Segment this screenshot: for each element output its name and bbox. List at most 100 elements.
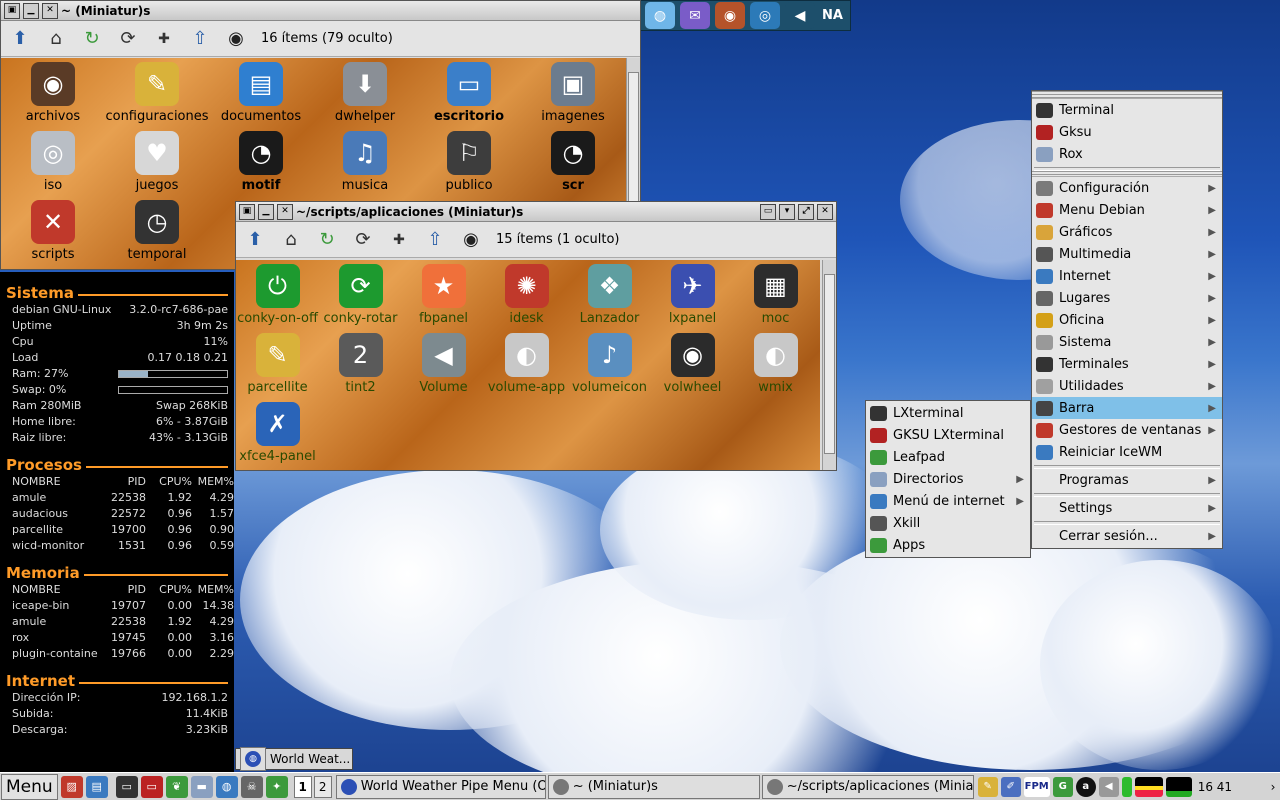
menu-item-cerrar-sesi-n[interactable]: Cerrar sesión... ▶ (1032, 525, 1222, 547)
file-item[interactable]: ◐ wmix (734, 333, 817, 402)
menu-item-gestores-de-ventanas[interactable]: Gestores de ventanas ▶ (1032, 419, 1222, 441)
minimized-window[interactable]: ◍ World Weat... (235, 747, 353, 771)
title-bar[interactable]: ▣ ▁ ✕ ~/scripts/aplicaciones (Miniatur)s… (236, 202, 836, 222)
home-icon[interactable]: ⌂ (278, 227, 304, 253)
file-item[interactable]: ⟳ conky-rotar (319, 264, 402, 333)
mail-icon[interactable]: ✉ (680, 2, 710, 29)
menu-item-configuraci-n[interactable]: Configuración ▶ (1032, 177, 1222, 199)
close-button-right[interactable]: ✕ (817, 203, 833, 220)
taskbar-window-button[interactable]: ~ (Miniatur)s (547, 774, 760, 799)
file-item[interactable]: ♥ juegos (105, 131, 209, 200)
menu-item-menu-debian[interactable]: Menu Debian ▶ (1032, 199, 1222, 221)
image-viewer-icon[interactable]: ▨ (60, 775, 83, 798)
minimize-button[interactable]: ▁ (23, 2, 39, 19)
file-item[interactable]: 2 tint2 (319, 333, 402, 402)
menu-item-rox[interactable]: Rox (1032, 143, 1222, 165)
reload-icon[interactable]: ⟳ (115, 26, 141, 52)
title-bar[interactable]: ▣ ▁ ✕ ~ (Miniatur)s (1, 1, 640, 21)
menu-tearoff[interactable] (1032, 91, 1222, 99)
minimize-button[interactable]: ▁ (258, 203, 274, 220)
window-menu-icon[interactable]: ▣ (239, 203, 255, 220)
reload-icon[interactable]: ⟳ (350, 227, 376, 253)
file-item[interactable]: ▦ moc (734, 264, 817, 333)
menu-item-xkill[interactable]: Xkill (866, 512, 1030, 534)
menu-item-lugares[interactable]: Lugares ▶ (1032, 287, 1222, 309)
file-item[interactable]: ✕ scripts (1, 200, 105, 269)
menu-item-terminal[interactable]: Terminal (1032, 99, 1222, 121)
amule-icon[interactable]: a (1075, 776, 1096, 797)
file-item[interactable]: ◷ temporal (105, 200, 209, 269)
window-list-icon[interactable]: ▤ (85, 775, 108, 798)
menu-item-leafpad[interactable]: Leafpad (866, 446, 1030, 468)
zoom-icon[interactable]: ✚ (151, 26, 177, 52)
terminal-icon[interactable]: ▭ (115, 775, 138, 798)
scroll-thumb[interactable] (824, 274, 835, 454)
menu-item-internet[interactable]: Internet ▶ (1032, 265, 1222, 287)
menu-item-utilidades[interactable]: Utilidades ▶ (1032, 375, 1222, 397)
leafpad-icon[interactable]: ❦ (165, 775, 188, 798)
eye-icon[interactable]: ◉ (223, 26, 249, 52)
refresh-icon[interactable]: ↻ (79, 26, 105, 52)
fpm-icon[interactable]: FPM (1023, 776, 1050, 797)
file-item[interactable]: ◐ volume-app (485, 333, 568, 402)
file-item[interactable]: ◉ archivos (1, 62, 105, 131)
zoom-icon[interactable]: ✚ (386, 227, 412, 253)
settings-icon[interactable]: ⇧ (422, 227, 448, 253)
menu-item-settings[interactable]: Settings ▶ (1032, 497, 1222, 519)
file-item[interactable]: ❖ Lanzador (568, 264, 651, 333)
menu-item-men-de-internet[interactable]: Menú de internet ▶ (866, 490, 1030, 512)
menu-item-multimedia[interactable]: Multimedia ▶ (1032, 243, 1222, 265)
file-item[interactable]: ◔ motif (209, 131, 313, 200)
file-item[interactable]: ▣ imagenes (521, 62, 625, 131)
menu-item-programas[interactable]: Programas ▶ (1032, 469, 1222, 491)
file-item[interactable]: ◎ iso (1, 131, 105, 200)
apps-icon[interactable]: ✦ (265, 775, 288, 798)
clipboard-icon[interactable]: ✎ (977, 776, 998, 797)
browser-icon[interactable]: ◉ (715, 2, 745, 29)
close-button[interactable]: ✕ (277, 203, 293, 220)
start-menu-button[interactable]: Menu (1, 773, 58, 800)
file-item[interactable]: ◀ Volume (402, 333, 485, 402)
menu-item-apps[interactable]: Apps (866, 534, 1030, 556)
restore-button[interactable]: ▭ (760, 203, 776, 220)
paint-icon[interactable]: ✐ (1000, 776, 1021, 797)
menu-item-gr-ficos[interactable]: Gráficos ▶ (1032, 221, 1222, 243)
taskbar-window-button[interactable]: ~/scripts/aplicaciones (Miniatu... (761, 774, 974, 799)
workspace-button-2[interactable]: 2 (313, 775, 332, 798)
file-item[interactable]: ⬇ dwhelper (313, 62, 417, 131)
file-item[interactable]: ✎ parcellite (236, 333, 319, 402)
speaker-icon[interactable]: ◀ (1098, 776, 1119, 797)
menu-item-gksu[interactable]: Gksu (1032, 121, 1222, 143)
clock[interactable]: 16 41 (1198, 780, 1232, 794)
skull-icon[interactable]: ☠ (240, 775, 263, 798)
file-item[interactable]: ♫ musica (313, 131, 417, 200)
up-arrow-icon[interactable]: ⬆ (242, 227, 268, 253)
refresh-icon[interactable]: ↻ (314, 227, 340, 253)
rollup-button[interactable]: ▾ (779, 203, 795, 220)
folder-icon[interactable]: ▬ (190, 775, 213, 798)
menu-item-gksu-lxterminal[interactable]: GKSU LXterminal (866, 424, 1030, 446)
workspace-button-1[interactable]: 1 (293, 775, 312, 798)
file-item[interactable]: ▤ documentos (209, 62, 313, 131)
eye-icon[interactable]: ◉ (458, 227, 484, 253)
menu-item-reiniciar-icewm[interactable]: Reiniciar IceWM (1032, 441, 1222, 463)
file-item[interactable]: ★ fbpanel (402, 264, 485, 333)
menu-item-oficina[interactable]: Oficina ▶ (1032, 309, 1222, 331)
scrollbar[interactable] (822, 260, 836, 470)
file-item[interactable]: ✎ configuraciones (105, 62, 209, 131)
file-item[interactable]: ♪ volumeicon (568, 333, 651, 402)
volume-icon[interactable]: ◀ (785, 2, 815, 29)
close-button[interactable]: ✕ (42, 2, 58, 19)
file-item[interactable]: ⏻ conky-on-off (236, 264, 319, 333)
file-item[interactable]: ✺ idesk (485, 264, 568, 333)
gksu-icon[interactable]: ▭ (140, 775, 163, 798)
window-menu-icon[interactable]: ▣ (4, 2, 20, 19)
up-arrow-icon[interactable]: ⬆ (7, 26, 33, 52)
maximize-button[interactable]: ⤢ (798, 203, 814, 220)
file-item[interactable]: ✈ lxpanel (651, 264, 734, 333)
file-item[interactable]: ◔ scr (521, 131, 625, 200)
menu-item-barra[interactable]: Barra ▶ (1032, 397, 1222, 419)
globe-icon[interactable]: ◍ (215, 775, 238, 798)
file-item[interactable]: ▭ escritorio (417, 62, 521, 131)
file-item[interactable]: ◉ volwheel (651, 333, 734, 402)
